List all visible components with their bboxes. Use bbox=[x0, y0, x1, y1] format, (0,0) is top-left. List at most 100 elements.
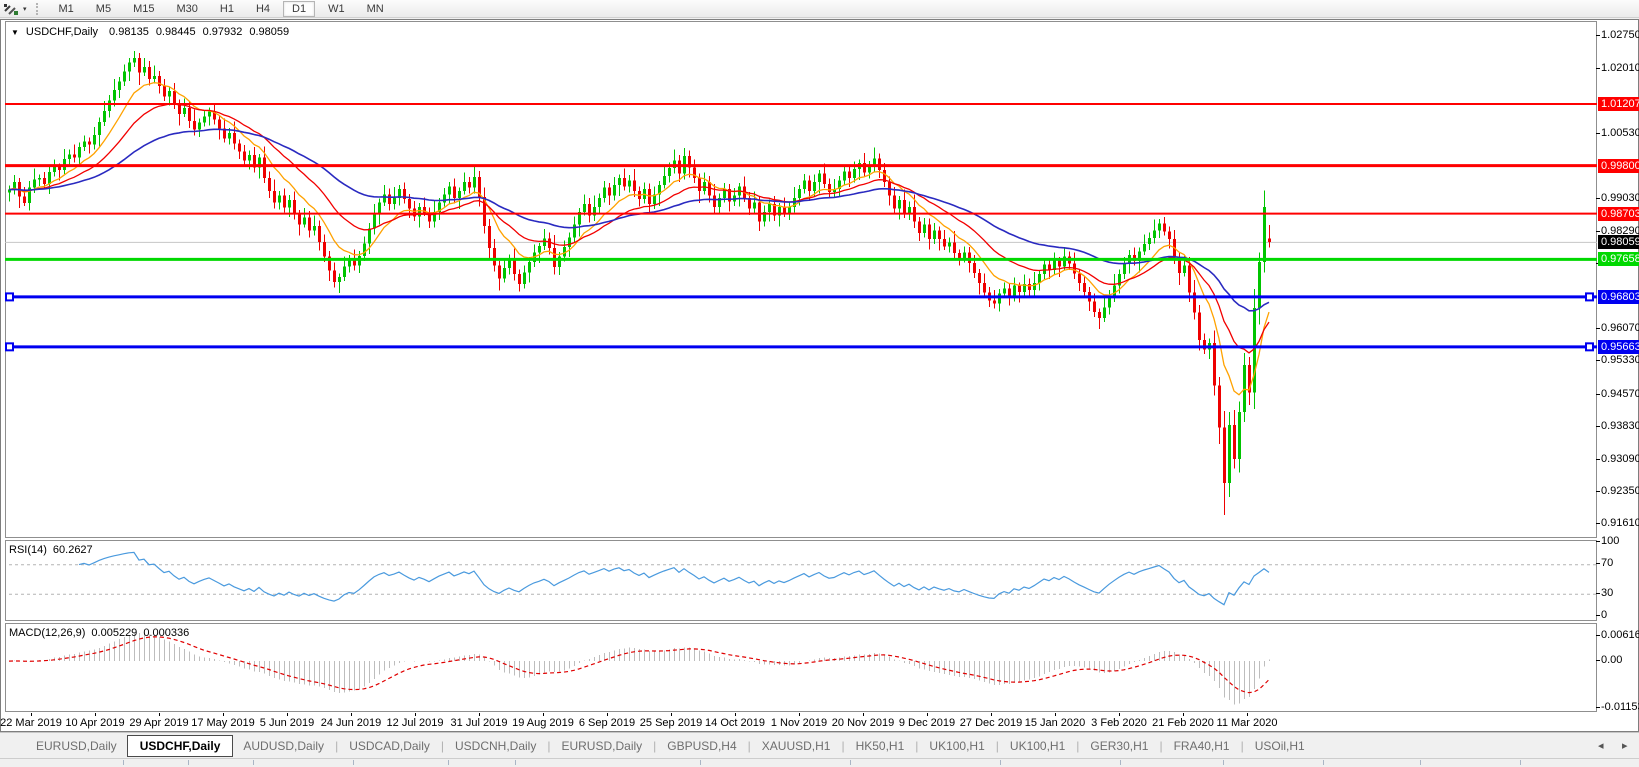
level-price-label: 0.97658 bbox=[1598, 252, 1639, 266]
tick-mark bbox=[1596, 328, 1600, 329]
timeframe-button-m5[interactable]: M5 bbox=[87, 1, 120, 17]
status-divider bbox=[1323, 760, 1324, 765]
axis-tick-label: 0.96070 bbox=[1601, 322, 1639, 335]
timeframe-button-d1[interactable]: D1 bbox=[283, 1, 315, 17]
tab-uk100-h1[interactable]: UK100,H1 bbox=[1000, 736, 1075, 756]
date-tick-mark bbox=[671, 713, 672, 716]
date-label: 12 Jul 2019 bbox=[387, 717, 444, 729]
tick-mark bbox=[1596, 615, 1600, 616]
ohlc-close: 0.98059 bbox=[249, 26, 289, 38]
rsi-value: 60.2627 bbox=[53, 544, 93, 556]
timeframe-toolbar: ▾ M1M5M15M30 H1H4D1W1MN bbox=[0, 0, 1639, 18]
date-label: 27 Dec 2019 bbox=[960, 717, 1022, 729]
macd-signal-value: 0.000336 bbox=[143, 627, 189, 639]
tab-hk50-h1[interactable]: HK50,H1 bbox=[846, 736, 915, 756]
axis-tick-label: 1.00530 bbox=[1601, 127, 1639, 140]
date-tick-mark bbox=[415, 713, 416, 716]
tab-fra40-h1[interactable]: FRA40,H1 bbox=[1164, 736, 1240, 756]
date-label: 15 Jan 2020 bbox=[1025, 717, 1086, 729]
tab-eurusd-daily[interactable]: EURUSD,Daily bbox=[26, 736, 127, 756]
tab-usoil-h1[interactable]: USOil,H1 bbox=[1245, 736, 1315, 756]
symbol-dropdown-icon[interactable]: ▼ bbox=[11, 28, 19, 37]
chevron-down-icon[interactable]: ▾ bbox=[23, 5, 27, 13]
status-divider bbox=[850, 760, 851, 765]
date-label: 29 Apr 2019 bbox=[129, 717, 188, 729]
line-handle[interactable] bbox=[6, 343, 13, 350]
chart-objects-icon[interactable] bbox=[3, 2, 21, 16]
axis-tick-label: 0.92350 bbox=[1601, 485, 1639, 498]
macd-axis-label: 0.006167 bbox=[1601, 629, 1639, 642]
date-tick-mark bbox=[543, 713, 544, 716]
tab-usdcad-daily[interactable]: USDCAD,Daily bbox=[339, 736, 440, 756]
tick-mark bbox=[1596, 593, 1600, 594]
level-price-label: 0.96803 bbox=[1598, 290, 1639, 304]
macd-axis-label: 0.00 bbox=[1601, 654, 1622, 667]
date-tick-mark bbox=[31, 713, 32, 716]
status-divider bbox=[123, 760, 124, 765]
level-price-label: 0.98703 bbox=[1598, 207, 1639, 221]
rsi-axis-label: 70 bbox=[1601, 557, 1613, 570]
status-divider bbox=[1520, 760, 1521, 765]
date-label: 22 Mar 2019 bbox=[0, 717, 62, 729]
timeframe-button-h4[interactable]: H4 bbox=[247, 1, 279, 17]
line-handle[interactable] bbox=[1586, 343, 1593, 350]
timeframe-button-m15[interactable]: M15 bbox=[124, 1, 163, 17]
axis-tick-label: 0.95330 bbox=[1601, 354, 1639, 367]
timeframe-button-h1[interactable]: H1 bbox=[211, 1, 243, 17]
date-tick-mark bbox=[1119, 713, 1120, 716]
toolbar-grip[interactable] bbox=[36, 3, 40, 15]
tab-eurusd-daily[interactable]: EURUSD,Daily bbox=[551, 736, 652, 756]
date-label: 24 Jun 2019 bbox=[321, 717, 382, 729]
rsi-axis-label: 100 bbox=[1601, 535, 1619, 548]
tick-mark bbox=[1596, 35, 1600, 36]
date-tick-mark bbox=[159, 713, 160, 716]
date-tick-mark bbox=[287, 713, 288, 716]
ohlc-open: 0.98135 bbox=[109, 26, 149, 38]
date-label: 20 Nov 2019 bbox=[832, 717, 894, 729]
chart-canvas[interactable] bbox=[1, 20, 1597, 732]
date-label: 17 May 2019 bbox=[191, 717, 255, 729]
date-label: 19 Aug 2019 bbox=[512, 717, 574, 729]
date-tick-mark bbox=[607, 713, 608, 716]
status-divider bbox=[353, 760, 354, 765]
date-axis[interactable]: 22 Mar 201910 Apr 201929 Apr 201917 May … bbox=[1, 713, 1597, 732]
tab-audusd-daily[interactable]: AUDUSD,Daily bbox=[233, 736, 334, 756]
tab-gbpusd-h4[interactable]: GBPUSD,H4 bbox=[657, 736, 746, 756]
tick-mark bbox=[1596, 68, 1600, 69]
pane-border bbox=[6, 541, 1597, 621]
date-label: 6 Sep 2019 bbox=[579, 717, 635, 729]
date-label: 21 Feb 2020 bbox=[1152, 717, 1214, 729]
tab-usdcnh-daily[interactable]: USDCNH,Daily bbox=[445, 736, 546, 756]
date-label: 31 Jul 2019 bbox=[451, 717, 508, 729]
tab-scroll-right-icon[interactable]: ▸ bbox=[1622, 739, 1628, 752]
status-divider bbox=[1120, 760, 1121, 765]
tick-mark bbox=[1596, 523, 1600, 524]
date-label: 1 Nov 2019 bbox=[771, 717, 827, 729]
tick-mark bbox=[1596, 198, 1600, 199]
tab-usdchf-daily[interactable]: USDCHF,Daily bbox=[127, 735, 234, 757]
tick-mark bbox=[1596, 231, 1600, 232]
timeframe-button-m30[interactable]: M30 bbox=[167, 1, 206, 17]
tick-mark bbox=[1596, 394, 1600, 395]
ohlc-low: 0.97932 bbox=[203, 26, 243, 38]
status-divider bbox=[253, 760, 254, 765]
status-divider bbox=[1223, 760, 1224, 765]
tab-scroll-left-icon[interactable]: ◂ bbox=[1598, 739, 1604, 752]
line-handle[interactable] bbox=[6, 293, 13, 300]
tab-uk100-h1[interactable]: UK100,H1 bbox=[919, 736, 994, 756]
status-divider bbox=[188, 760, 189, 765]
macd-indicator-label: MACD(12,26,9) 0.005229 0.000336 bbox=[9, 627, 189, 639]
price-axis[interactable]: 1.027501.020101.005300.990300.982900.975… bbox=[1598, 20, 1639, 712]
line-handle[interactable] bbox=[1586, 293, 1593, 300]
date-label: 14 Oct 2019 bbox=[705, 717, 765, 729]
date-tick-mark bbox=[479, 713, 480, 716]
timeframe-button-mn[interactable]: MN bbox=[358, 1, 393, 17]
tab-ger30-h1[interactable]: GER30,H1 bbox=[1080, 736, 1158, 756]
tab-xauusd-h1[interactable]: XAUUSD,H1 bbox=[752, 736, 841, 756]
timeframe-button-m1[interactable]: M1 bbox=[50, 1, 83, 17]
chart-window[interactable]: ▼ USDCHF,Daily 0.98135 0.98445 0.97932 0… bbox=[0, 19, 1639, 732]
date-label: 9 Dec 2019 bbox=[899, 717, 955, 729]
status-divider bbox=[515, 760, 516, 765]
timeframe-button-w1[interactable]: W1 bbox=[319, 1, 354, 17]
tick-mark bbox=[1596, 635, 1600, 636]
